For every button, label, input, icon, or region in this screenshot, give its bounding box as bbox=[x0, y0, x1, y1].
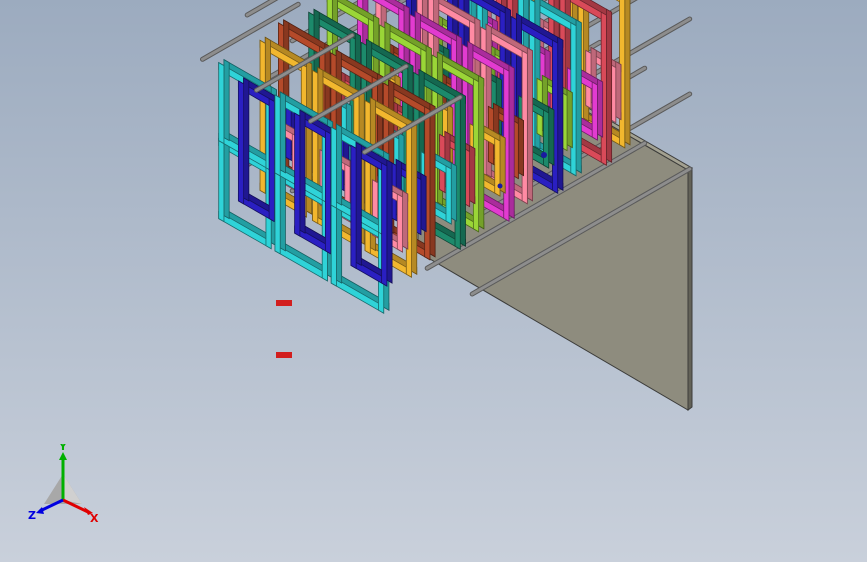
front-cage-frame-bar bbox=[218, 61, 225, 145]
y-axis-arrow-icon bbox=[59, 452, 67, 460]
rebar-frame-bar-depth bbox=[459, 92, 466, 247]
front-cage-frame-bar-depth bbox=[223, 58, 230, 142]
triad-cone-shade bbox=[63, 474, 82, 504]
rebar-inner-frame-bar-depth bbox=[548, 106, 555, 166]
y-axis-label: Y bbox=[58, 444, 68, 453]
front-cage-frame-bar-depth bbox=[223, 134, 230, 220]
front-cage-frame-bar bbox=[274, 94, 281, 177]
front-cage-frame-bar-depth bbox=[336, 199, 343, 284]
z-axis-label: Z bbox=[28, 509, 36, 522]
cad-graphics-viewport[interactable]: Y X Z bbox=[0, 0, 867, 562]
front-inner-frame-bar bbox=[324, 130, 332, 255]
front-inner-frame-bar-depth bbox=[386, 159, 393, 284]
rebar-inner-frame-bar-depth bbox=[450, 162, 457, 222]
rebar-frame-bar-depth bbox=[478, 75, 485, 230]
rebar-frame-bar-depth bbox=[557, 36, 564, 191]
part-marker bbox=[276, 352, 292, 358]
rebar-frame-bar-depth bbox=[508, 64, 515, 219]
front-inner-frame-bar bbox=[237, 80, 245, 205]
front-inner-frame-bar-depth bbox=[299, 109, 306, 234]
axis-triad-icon: Y X Z bbox=[28, 444, 99, 525]
front-cage-frame-bar bbox=[274, 170, 281, 255]
front-inner-frame-bar bbox=[294, 112, 301, 237]
front-cage-frame-bar bbox=[330, 126, 337, 209]
front-inner-frame-bar-depth bbox=[355, 141, 362, 267]
rebar-frame-bar-depth bbox=[429, 103, 436, 258]
assembly-model[interactable] bbox=[0, 0, 867, 562]
rebar-frame-bar-depth bbox=[526, 47, 533, 202]
front-inner-frame-bar bbox=[350, 144, 357, 270]
front-inner-frame-bar bbox=[268, 97, 275, 223]
rebar-inner-frame-bar-depth bbox=[615, 60, 622, 121]
rebar-frame-bar-depth bbox=[575, 19, 582, 174]
rebar-inner-frame-bar bbox=[445, 165, 452, 225]
rebar-frame-bar-depth bbox=[605, 8, 613, 163]
rebar-frame-bar-depth bbox=[411, 120, 418, 275]
front-cage-frame-bar-depth bbox=[279, 91, 286, 174]
rebar-inner-frame-bar-depth bbox=[566, 88, 573, 149]
rebar-inner-frame-bar bbox=[591, 81, 598, 141]
front-cage-frame-bar bbox=[218, 137, 225, 223]
rebar-inner-frame-bar bbox=[543, 109, 550, 169]
front-cage-frame-bar-depth bbox=[336, 123, 343, 206]
part-marker bbox=[541, 152, 547, 158]
part-marker bbox=[497, 183, 503, 189]
rebar-inner-frame-bar-depth bbox=[402, 190, 409, 250]
rebar-frame-bar-depth bbox=[624, 0, 631, 146]
x-axis-label: X bbox=[90, 512, 99, 525]
wall-plate-edge bbox=[687, 167, 693, 411]
part-marker bbox=[276, 300, 292, 306]
front-inner-frame-bar bbox=[381, 162, 388, 287]
rebar-inner-frame-bar-depth bbox=[420, 172, 427, 233]
front-inner-frame-bar-depth bbox=[243, 77, 250, 202]
rebar-inner-frame-bar-depth bbox=[469, 144, 476, 205]
rebar-inner-frame-bar-depth bbox=[517, 116, 524, 177]
front-cage-frame-bar-depth bbox=[279, 167, 286, 252]
rebar-inner-frame-bar bbox=[396, 193, 403, 253]
rebar-inner-frame-bar-depth bbox=[596, 78, 604, 138]
front-cage-frame-bar bbox=[330, 202, 337, 287]
